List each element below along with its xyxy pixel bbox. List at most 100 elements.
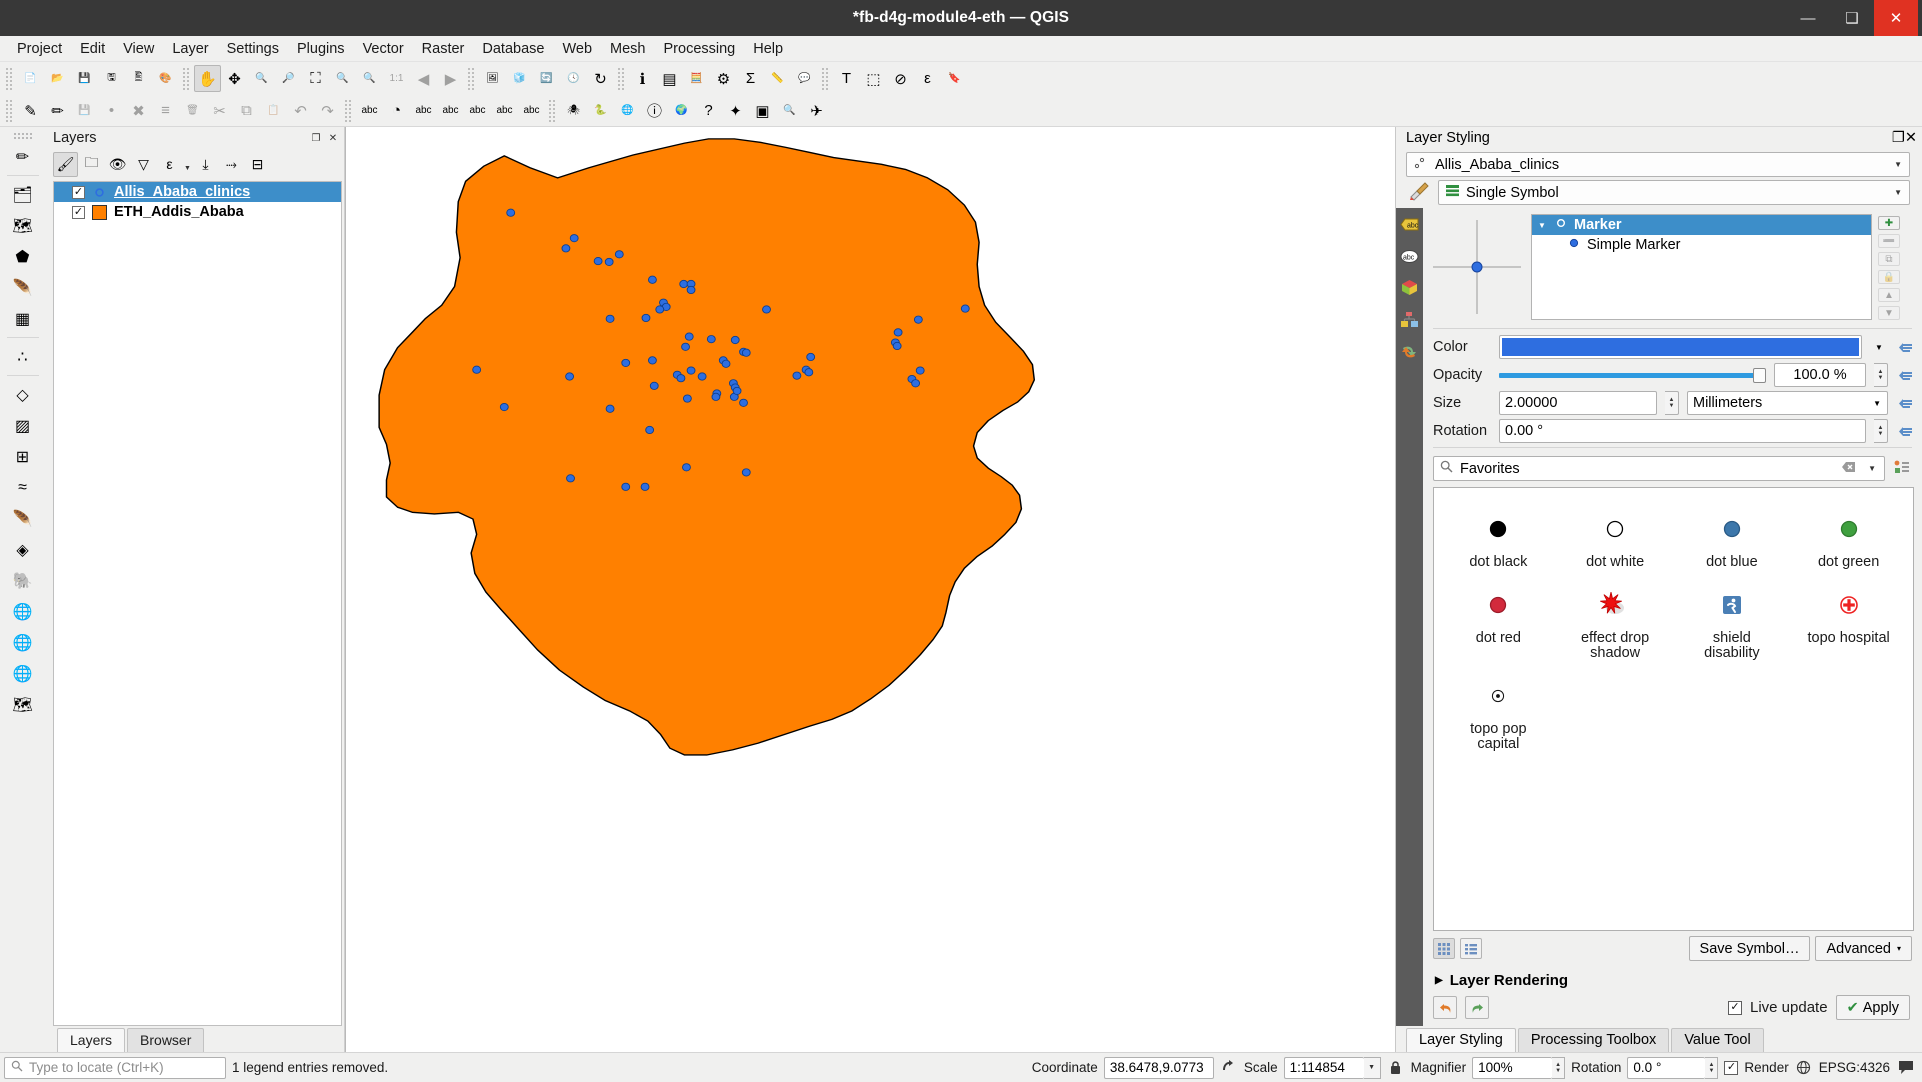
menu-edit[interactable]: Edit xyxy=(71,38,114,60)
cut-features-icon[interactable]: ✂ xyxy=(206,97,233,124)
symbol-layer-tree[interactable]: ▼ Marker Simple Marker xyxy=(1531,214,1872,320)
move-label-icon[interactable]: abc xyxy=(464,97,491,124)
add-group-button[interactable]: 🗀 xyxy=(79,152,104,177)
save-layer-edits-icon[interactable]: 💾 xyxy=(71,97,98,124)
toolbar-grip[interactable] xyxy=(182,66,191,91)
add-wms-layer-icon[interactable]: 🗺 xyxy=(7,689,39,720)
open-attribute-table-icon[interactable]: ▤ xyxy=(656,65,683,92)
chevron-down-icon[interactable]: ▼ xyxy=(1868,464,1876,473)
new-3d-map-view-icon[interactable]: 🧊 xyxy=(506,65,533,92)
close-layers-panel-button[interactable]: ✕ xyxy=(326,131,340,145)
manage-map-themes-button[interactable]: 👁 xyxy=(105,152,130,177)
identify-features-icon[interactable]: ℹ xyxy=(629,65,656,92)
georeferencer-icon[interactable]: ⓘ xyxy=(641,97,668,124)
locator-input[interactable]: Type to locate (Ctrl+K) xyxy=(4,1056,226,1079)
toolbar-grip[interactable] xyxy=(467,66,476,91)
rotation-spinner[interactable]: ▲ ▼ xyxy=(1874,419,1888,443)
remove-symbol-layer-button[interactable]: ➖ xyxy=(1878,234,1900,248)
python-console-icon[interactable]: 🐍 xyxy=(587,97,614,124)
add-point-feature-icon[interactable]: • xyxy=(98,97,125,124)
opacity-spinner[interactable]: ▲ ▼ xyxy=(1874,363,1888,387)
size-unit-combo[interactable]: Millimeters ▼ xyxy=(1687,391,1888,415)
live-update-checkbox[interactable]: ✓ xyxy=(1727,1000,1742,1015)
add-wfs-layer-icon[interactable]: 🌐 xyxy=(7,658,39,689)
save-project-icon[interactable]: 💾 xyxy=(71,65,98,92)
symbol-tree-item[interactable]: ▼ Marker xyxy=(1532,215,1871,235)
collapse-all-button[interactable]: ⤑ xyxy=(219,152,244,177)
save-symbol-button[interactable]: Save Symbol… xyxy=(1688,936,1811,961)
open-project-icon[interactable]: 📂 xyxy=(44,65,71,92)
symbol-gallery-item[interactable]: topo hospital xyxy=(1790,576,1907,667)
map-canvas[interactable] xyxy=(345,127,1395,1052)
toolbar-grip[interactable] xyxy=(821,66,830,91)
rotation-field[interactable]: 0.0 ° xyxy=(1627,1056,1706,1079)
menu-raster[interactable]: Raster xyxy=(413,38,474,60)
render-checkbox[interactable]: ✓ xyxy=(1724,1060,1739,1075)
undo-icon[interactable] xyxy=(1433,996,1457,1019)
save-project-as-icon[interactable]: 🖫 xyxy=(98,65,125,92)
tab-layer-styling[interactable]: Layer Styling xyxy=(1406,1028,1516,1052)
layer-tree-item[interactable]: ✓ Allis_Ababa_clinics xyxy=(54,182,341,202)
menu-settings[interactable]: Settings xyxy=(218,38,288,60)
pin-labels-icon[interactable]: abc xyxy=(410,97,437,124)
paste-features-icon[interactable]: 📋 xyxy=(260,97,287,124)
add-vector-tile-layer-icon[interactable]: ▦ xyxy=(7,303,39,334)
statistical-summary-icon[interactable]: Σ xyxy=(737,65,764,92)
processing-toolbox-icon[interactable]: ⚙ xyxy=(710,65,737,92)
list-view-button[interactable] xyxy=(1460,938,1482,959)
add-vector-layer-icon[interactable]: ⬟ xyxy=(7,241,39,272)
menu-web[interactable]: Web xyxy=(553,38,601,60)
zoom-last-icon[interactable]: ◀ xyxy=(410,65,437,92)
pan-to-selection-icon[interactable]: ✥ xyxy=(221,65,248,92)
add-mssql-layer-icon[interactable]: 🌐 xyxy=(7,596,39,627)
vertex-tool-icon[interactable]: ✖ xyxy=(125,97,152,124)
globe-icon[interactable] xyxy=(1795,1060,1813,1075)
remove-layer-button[interactable]: ⊟ xyxy=(245,152,270,177)
metasearch-icon[interactable]: 🌐 xyxy=(614,97,641,124)
value-tool-icon[interactable]: 🔍 xyxy=(776,97,803,124)
new-mesh-layer-icon[interactable]: 🪶 xyxy=(7,503,39,534)
magnifier-spinner[interactable]: ▲ ▼ xyxy=(1552,1056,1566,1079)
opacity-data-defined-button[interactable] xyxy=(1896,363,1914,387)
select-by-expression-icon[interactable]: ε xyxy=(914,65,941,92)
undock-styling-panel-button[interactable]: ❐ xyxy=(1892,130,1905,146)
color-data-defined-button[interactable] xyxy=(1896,335,1914,359)
delete-selected-icon[interactable]: 🗑 xyxy=(179,97,206,124)
close-styling-panel-button[interactable]: ✕ xyxy=(1905,130,1917,146)
lock-symbol-layer-button[interactable]: 🔒 xyxy=(1878,270,1900,284)
copy-features-icon[interactable]: ⧉ xyxy=(233,97,260,124)
size-spinner[interactable]: ▲ ▼ xyxy=(1665,391,1679,415)
menu-mesh[interactable]: Mesh xyxy=(601,38,654,60)
3d-view-tab[interactable] xyxy=(1399,278,1421,298)
close-button[interactable]: ✕ xyxy=(1874,0,1918,36)
semi-automatic-icon[interactable]: ✈ xyxy=(803,97,830,124)
symbol-gallery-item[interactable]: dot blue xyxy=(1674,500,1791,576)
toggle-editing-icon[interactable]: ✏ xyxy=(44,97,71,124)
crs-label[interactable]: EPSG:4326 xyxy=(1819,1060,1890,1075)
current-edits-icon[interactable]: ✎ xyxy=(17,97,44,124)
color-dropdown-button[interactable]: ▼ xyxy=(1870,335,1888,359)
menu-processing[interactable]: Processing xyxy=(655,38,745,60)
symbol-tree-item[interactable]: Simple Marker xyxy=(1532,235,1871,255)
renderer-combo[interactable]: Single Symbol ▼ xyxy=(1438,180,1910,205)
icon-view-button[interactable] xyxy=(1433,938,1455,959)
tab-value-tool[interactable]: Value Tool xyxy=(1671,1028,1764,1052)
layer-tree[interactable]: ✓ Allis_Ababa_clinics ✓ ETH_Addis_Ababa xyxy=(53,181,342,1026)
masks-tab[interactable]: abc xyxy=(1399,246,1421,266)
rotate-label-icon[interactable]: abc xyxy=(491,97,518,124)
symbol-gallery[interactable]: dot black dot white dot blue dot green dot r… xyxy=(1433,487,1914,931)
rotation-data-defined-button[interactable] xyxy=(1896,419,1914,443)
menu-help[interactable]: Help xyxy=(744,38,792,60)
menu-view[interactable]: View xyxy=(114,38,163,60)
menu-vector[interactable]: Vector xyxy=(354,38,413,60)
new-gpx-layer-icon[interactable]: ◈ xyxy=(7,534,39,565)
help-contents-icon[interactable]: ? xyxy=(695,97,722,124)
zoom-in-icon[interactable]: 🔍 xyxy=(248,65,275,92)
layer-tree-item[interactable]: ✓ ETH_Addis_Ababa xyxy=(54,202,341,222)
apply-button[interactable]: ✔ Apply xyxy=(1835,995,1910,1020)
scale-dropdown-button[interactable]: ▼ xyxy=(1363,1056,1381,1079)
add-mesh-layer-icon[interactable]: 🪶 xyxy=(7,272,39,303)
field-calculator-icon[interactable]: 🧮 xyxy=(683,65,710,92)
rotation-value-field[interactable]: 0.00 ° xyxy=(1499,419,1866,443)
plugin-extra2-icon[interactable]: ▣ xyxy=(749,97,776,124)
